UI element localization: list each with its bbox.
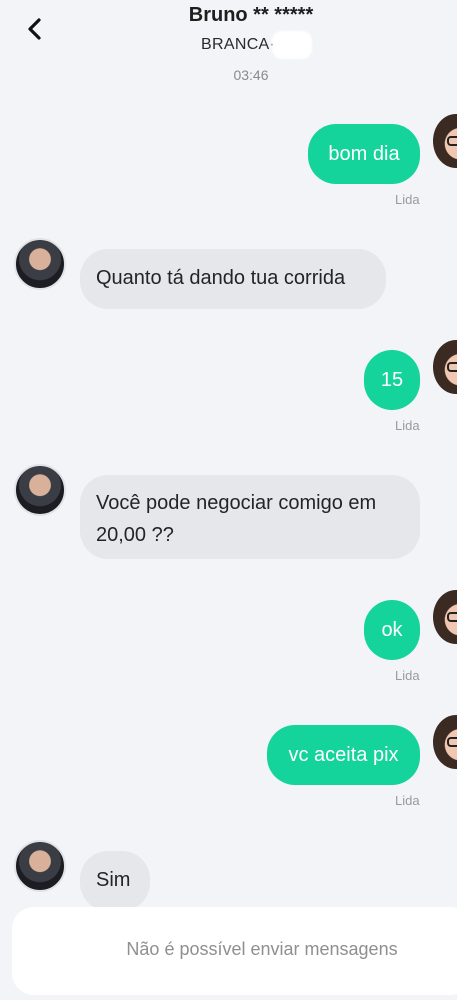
contact-name: Bruno ** *****	[188, 4, 314, 26]
read-status: Lida	[395, 793, 420, 808]
timestamp: 03:46	[233, 67, 269, 83]
my-avatar	[433, 590, 457, 644]
message-bubble-incoming: Você pode negociar comigo em 20,00 ??	[80, 475, 420, 559]
read-status: Lida	[395, 418, 420, 433]
message-bubble-incoming: Sim	[80, 851, 150, 911]
message-text-line: 20,00 ??	[96, 524, 174, 546]
message-bubble-outgoing: 15	[364, 350, 420, 410]
message-text-line: Você pode negociar comigo em	[96, 492, 377, 514]
contact-avatar[interactable]	[14, 464, 66, 516]
message-bubble-outgoing: ok	[364, 600, 420, 660]
contact-avatar[interactable]	[14, 840, 66, 892]
disabled-notice: Não é possível enviar mensagens	[126, 939, 398, 959]
read-status: Lida	[395, 668, 420, 683]
message-bubble-incoming: Quanto tá dando tua corrida	[80, 249, 386, 309]
vehicle-plate: BRANCA·N 3	[201, 36, 301, 53]
my-avatar	[433, 114, 457, 168]
my-avatar	[433, 715, 457, 769]
message-bubble-outgoing: bom dia	[308, 124, 420, 184]
contact-avatar[interactable]	[14, 238, 66, 290]
read-status: Lida	[395, 192, 420, 207]
message-bubble-outgoing: vc aceita pix	[267, 725, 420, 785]
plate-redaction	[272, 31, 312, 59]
message-input-disabled: Não é possível enviar mensagens	[12, 907, 457, 995]
chat-header: Bruno ** ***** BRANCA·N 3 03:46	[0, 0, 457, 95]
my-avatar	[433, 340, 457, 394]
